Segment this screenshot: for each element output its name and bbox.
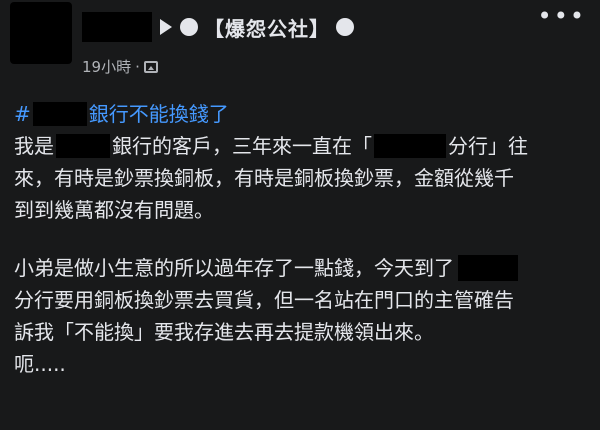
branch-name-redacted <box>374 134 446 158</box>
paragraph2-line1: 小弟是做小生意的所以過年存了一點錢，今天到了 <box>14 252 594 284</box>
more-options-icon[interactable]: ••• <box>538 4 586 28</box>
author-name-redacted[interactable] <box>82 12 152 42</box>
timestamp-link[interactable]: 19小時 <box>82 56 131 77</box>
paragraph2-line3: 訴我「不能換」要我存進去再去提款機領出來。 <box>14 320 434 344</box>
photo-icon <box>143 60 158 73</box>
avatar-redacted[interactable] <box>10 2 72 64</box>
paragraph2-line4: 呃..... <box>14 352 66 376</box>
hashtag-prefix: # <box>14 102 31 126</box>
group-avatar-dot-icon <box>180 18 198 36</box>
branch-redacted-2 <box>458 255 518 281</box>
hashtag-link[interactable]: # 銀行不能換錢了 <box>14 98 594 130</box>
paragraph1-line2: 來，有時是鈔票換銅板，有時是銅板換鈔票，金額從幾千 <box>14 166 514 190</box>
post-header: 【爆怨公社】 ••• 19小時 · <box>0 0 600 90</box>
group-status-dot-icon <box>336 18 354 36</box>
hashtag-suffix: 銀行不能換錢了 <box>88 102 229 126</box>
post-content: # 銀行不能換錢了 我是 銀行的客戶，三年來一直在「 分行」往 來，有時是鈔票換… <box>14 98 594 380</box>
post-meta: 19小時 · <box>82 56 158 77</box>
p1-text-c: 分行」往 <box>448 134 528 158</box>
p1-text-a: 我是 <box>14 134 54 158</box>
bank-name-redacted <box>56 134 110 158</box>
triangle-right-icon <box>160 19 172 35</box>
paragraph1-line3: 到到幾萬都沒有問題。 <box>14 198 214 222</box>
header-line: 【爆怨公社】 <box>160 10 354 44</box>
paragraph1-line1: 我是 銀行的客戶，三年來一直在「 分行」往 <box>14 130 594 162</box>
group-name-link[interactable]: 【爆怨公社】 <box>204 13 330 42</box>
meta-separator: · <box>135 57 140 76</box>
hashtag-redacted <box>32 102 87 126</box>
p1-text-b: 銀行的客戶，三年來一直在「 <box>112 134 372 158</box>
p2-text-line1: 小弟是做小生意的所以過年存了一點錢，今天到了 <box>14 256 454 280</box>
paragraph2-line2: 分行要用銅板換鈔票去買貨，但一名站在門口的主管確告 <box>14 288 514 312</box>
